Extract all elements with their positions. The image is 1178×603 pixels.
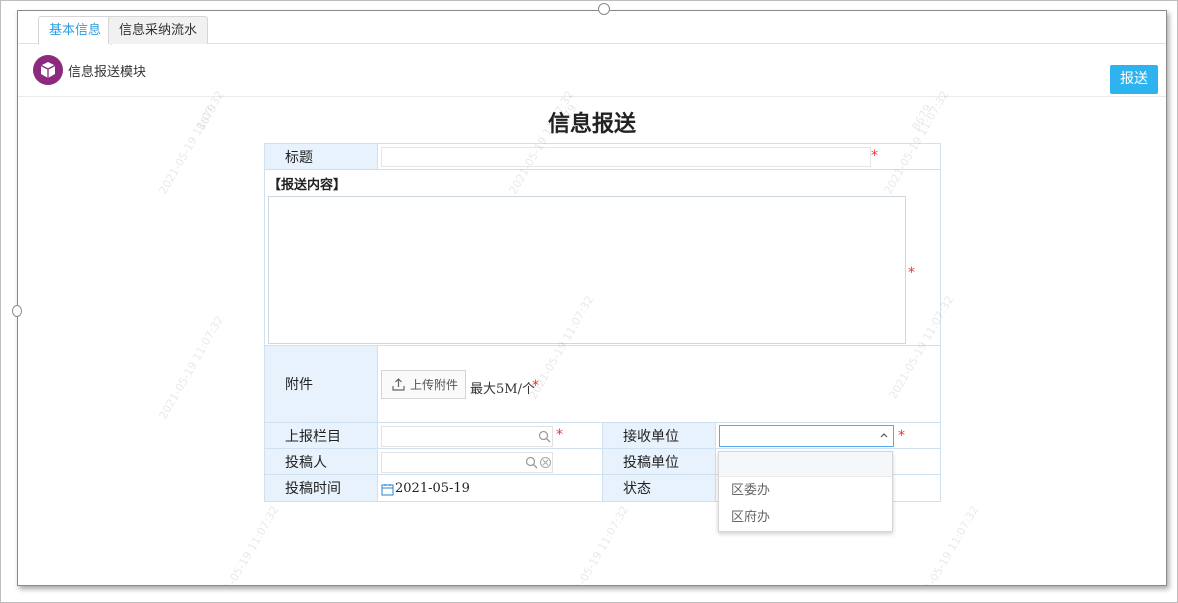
tab-basic-info[interactable]: 基本信息 xyxy=(38,16,113,45)
search-icon[interactable] xyxy=(538,430,551,443)
content-required-mark: * xyxy=(908,265,915,281)
receiver-cell: * xyxy=(715,422,941,449)
submit-time-cell: 2021-05-19 xyxy=(377,474,603,502)
attachment-cell: 上传附件 最大5M/个 * xyxy=(377,345,941,423)
watermark: 2021-05-19 11:07:32 xyxy=(156,313,227,422)
search-icon[interactable] xyxy=(525,456,538,469)
watermark: 2021-05-19 11:07:32 xyxy=(156,88,227,197)
submitter-cell xyxy=(377,448,603,475)
dropdown-option-empty[interactable] xyxy=(719,452,892,477)
cube-icon xyxy=(33,55,63,85)
upload-attachment-button[interactable]: 上传附件 xyxy=(381,370,466,399)
title-required-mark: * xyxy=(871,148,878,164)
submit-time-label: 投稿时间 xyxy=(264,474,378,502)
dropdown-option-district-government[interactable]: 区府办 xyxy=(719,504,892,531)
calendar-icon[interactable] xyxy=(381,483,394,496)
main-window: 基本信息 信息采纳流水 信息报送模块 报送 信息报送 标题 * 【报送内容】 *… xyxy=(17,10,1167,586)
attachment-size-hint: 最大5M/个 xyxy=(470,382,535,397)
content-label: 【报送内容】 xyxy=(268,178,347,193)
upload-icon xyxy=(392,378,405,391)
receiver-required-mark: * xyxy=(898,428,905,444)
attachment-label: 附件 xyxy=(264,345,378,423)
content-cell: 【报送内容】 * xyxy=(264,169,941,346)
content-textarea[interactable] xyxy=(268,196,906,344)
tab-bar: 基本信息 信息采纳流水 xyxy=(18,11,1166,45)
upload-attachment-label: 上传附件 xyxy=(410,378,459,392)
submitter-label: 投稿人 xyxy=(264,448,378,475)
title-input[interactable] xyxy=(381,147,871,167)
status-label: 状态 xyxy=(602,474,716,502)
resize-handle-top[interactable] xyxy=(598,3,610,15)
dropdown-option-district-committee[interactable]: 区委办 xyxy=(719,477,892,504)
clear-icon[interactable] xyxy=(539,456,552,469)
page-title: 信息报送 xyxy=(547,112,636,137)
column-label: 上报栏目 xyxy=(264,422,378,449)
title-cell: * xyxy=(377,143,941,170)
module-title: 信息报送模块 xyxy=(68,65,147,80)
title-label: 标题 xyxy=(264,143,378,170)
resize-handle-left[interactable] xyxy=(12,305,22,317)
submitter-unit-label: 投稿单位 xyxy=(602,448,716,475)
column-input[interactable] xyxy=(381,426,553,447)
watermark: 2021-05-19 11:07:32 xyxy=(911,503,982,586)
module-header: 信息报送模块 报送 xyxy=(18,45,1166,97)
receiver-select[interactable] xyxy=(719,425,894,447)
chevron-up-icon[interactable] xyxy=(880,432,888,438)
submit-time-value[interactable]: 2021-05-19 xyxy=(395,481,470,496)
watermark: 2021-05-19 11:07:32 xyxy=(211,503,282,586)
column-required-mark: * xyxy=(556,427,563,443)
watermark: 2021-05-19 11:07:32 xyxy=(561,503,632,586)
receiver-dropdown: 区委办 区府办 xyxy=(718,451,893,532)
attachment-required-mark: * xyxy=(532,378,539,394)
receiver-label: 接收单位 xyxy=(602,422,716,449)
report-button[interactable]: 报送 xyxy=(1110,65,1158,94)
column-cell: * xyxy=(377,422,603,449)
tab-adoption-log[interactable]: 信息采纳流水 xyxy=(108,16,209,44)
